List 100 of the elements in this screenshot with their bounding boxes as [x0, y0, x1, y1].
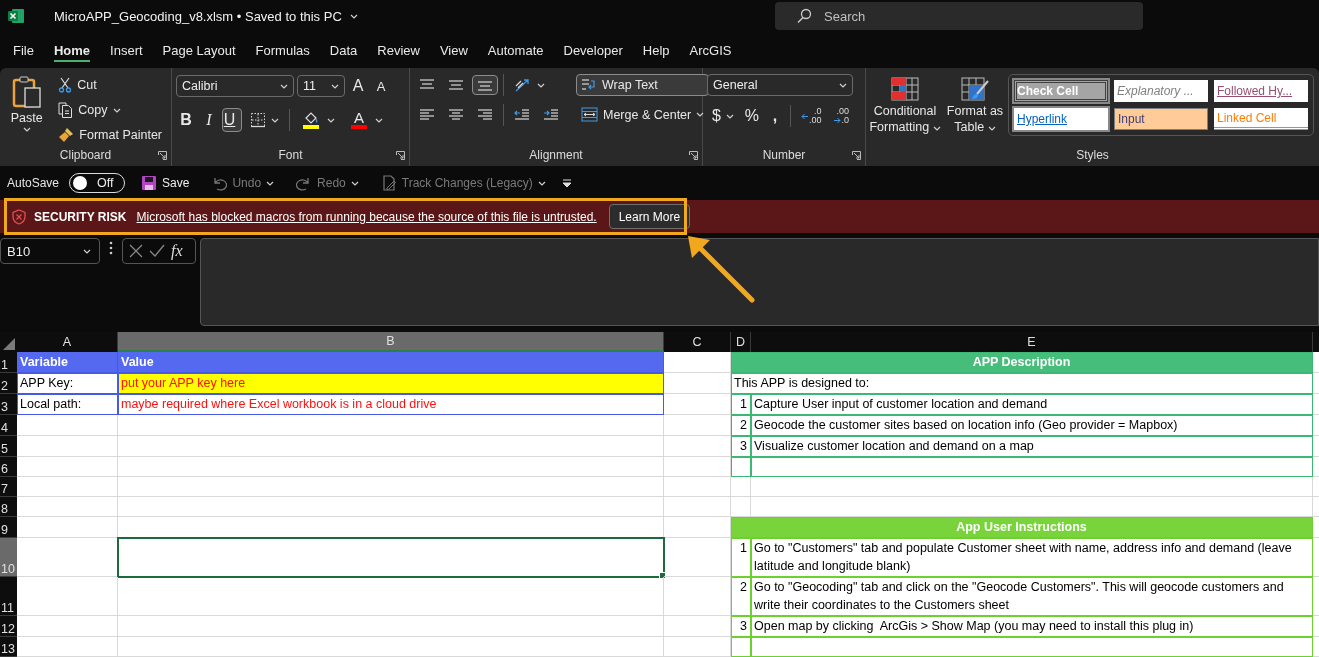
increase-decimal-button[interactable]: .0 .00 — [795, 104, 827, 128]
align-center-icon — [448, 108, 464, 122]
column-header[interactable]: B — [118, 332, 664, 352]
search-field[interactable]: Search — [775, 2, 1143, 30]
font-name-dropdown[interactable]: Calibri — [176, 75, 294, 97]
chevron-icon — [932, 126, 941, 131]
percent-button[interactable]: % — [741, 104, 762, 128]
cancel-icon — [129, 244, 143, 258]
underline-button[interactable]: U — [222, 108, 242, 132]
chevron-icon — [375, 117, 383, 123]
row-header[interactable]: 1 — [0, 352, 17, 373]
paint-bucket-icon — [303, 111, 319, 124]
menu-tab[interactable]: Insert — [100, 36, 153, 64]
chevron-icon — [271, 117, 279, 123]
menu-tab[interactable]: Help — [632, 36, 680, 64]
menu-tab[interactable]: Page Layout — [152, 36, 246, 64]
warning-link[interactable]: Microsoft has blocked macros from running because the source of this file is untrusted. — [136, 209, 597, 224]
table-cell: 1 — [731, 538, 751, 577]
format-painter-button[interactable]: Format Painter — [53, 124, 167, 146]
insert-function-button[interactable]: fx — [171, 242, 183, 260]
menu-tab[interactable]: Formulas — [245, 36, 320, 64]
table-cell: 2 — [731, 577, 751, 616]
row-header[interactable]: 7 — [0, 477, 17, 497]
menu-tab[interactable]: Home — [43, 36, 101, 64]
row-header[interactable]: 9 — [0, 517, 17, 538]
name-box[interactable]: B10 — [0, 238, 100, 264]
currency-button[interactable]: $ — [707, 104, 739, 128]
menu-tab[interactable]: Data — [319, 36, 368, 64]
conditional-formatting-button[interactable]: Conditional Formatting — [868, 74, 942, 146]
font-size-dropdown[interactable]: 11 — [297, 75, 345, 97]
cell-style-item[interactable]: Explanatory ... — [1114, 80, 1208, 102]
row-header[interactable]: 8 — [0, 497, 17, 517]
bold-button[interactable]: B — [176, 108, 196, 132]
menu-tab[interactable]: Developer — [553, 36, 633, 64]
format-as-table-button[interactable]: Format as Table — [945, 74, 1005, 146]
align-right-icon — [477, 108, 493, 122]
table-cell — [664, 577, 731, 616]
cell-style-item[interactable]: Input — [1114, 108, 1208, 130]
cell-style-item[interactable]: Hyperlink — [1014, 108, 1108, 130]
merge-center-button[interactable]: Merge & Center — [576, 104, 710, 125]
row-header[interactable]: 4 — [0, 415, 17, 436]
table-cell — [664, 373, 731, 394]
font-color-button[interactable]: A — [343, 107, 388, 133]
customize-toolbar-icon — [561, 178, 572, 188]
group-label: Styles — [1076, 148, 1109, 162]
table-cell — [664, 477, 731, 497]
borders-icon — [250, 112, 266, 128]
scissors-icon — [58, 77, 73, 93]
decrease-decimal-button[interactable]: .00 .0 — [829, 104, 854, 128]
save-button[interactable]: Save — [135, 174, 196, 192]
row-header[interactable]: 6 — [0, 457, 17, 477]
menu-tab[interactable]: ArcGIS — [679, 36, 742, 64]
row-header[interactable]: 13 — [0, 637, 17, 657]
menu-tab[interactable]: File — [3, 36, 44, 64]
comma-style-button[interactable]: , — [764, 104, 785, 128]
table-cell — [664, 637, 731, 657]
table-cell — [664, 616, 731, 637]
group-label: Font — [278, 148, 303, 162]
copy-button[interactable]: Copy — [53, 99, 167, 121]
shrink-font-button[interactable]: A — [371, 75, 391, 97]
table-cell — [664, 415, 731, 436]
row-header[interactable]: 10 — [0, 538, 17, 577]
warning-title: SECURITY RISK — [34, 209, 127, 224]
menu-tab[interactable]: View — [429, 36, 478, 64]
chevron-icon — [537, 82, 545, 88]
row-header[interactable]: 3 — [0, 394, 17, 415]
table-brush-icon — [961, 77, 989, 101]
menu-tab[interactable]: Automate — [477, 36, 554, 64]
chevron-icon — [327, 117, 335, 123]
paste-button[interactable]: Paste — [4, 74, 50, 146]
table-cell: App User Instructions — [731, 517, 1313, 538]
autosave-label: AutoSave — [7, 176, 60, 190]
bottom-align-button[interactable] — [472, 75, 498, 95]
grow-font-button[interactable]: A — [348, 74, 368, 98]
cut-button[interactable]: Cut — [53, 74, 167, 96]
cell-style-item[interactable]: Followed Hy... — [1214, 80, 1308, 102]
window-title: MicroAPP_Geocoding_v8.xlsm • Saved to this PC — [54, 8, 342, 24]
row-header[interactable]: 11 — [0, 577, 17, 616]
number-format-dropdown[interactable]: General — [707, 74, 853, 96]
table-cell — [731, 477, 751, 497]
learn-more-button[interactable]: Learn More — [608, 204, 691, 229]
column-header[interactable]: C — [664, 332, 731, 352]
left-arrow-icon — [800, 112, 808, 120]
italic-button[interactable]: I — [199, 108, 219, 132]
paintbrush-icon — [58, 127, 75, 143]
menu-tab[interactable]: Review — [367, 36, 430, 64]
wrap-text-icon — [581, 77, 597, 93]
chevron-icon — [22, 127, 31, 132]
row-header[interactable]: 2 — [0, 373, 17, 394]
spreadsheet-logo-icon — [8, 8, 24, 24]
row-header[interactable]: 5 — [0, 436, 17, 457]
table-cell — [731, 637, 751, 657]
row-header[interactable]: 12 — [0, 616, 17, 637]
table-cell: maybe required where Excel workbook is in a cloud drive — [118, 394, 664, 415]
fill-handle[interactable] — [659, 572, 666, 579]
wrap-text-button[interactable]: Wrap Text — [576, 74, 710, 96]
shield-icon — [12, 208, 26, 225]
table-cell — [664, 497, 731, 517]
formula-input[interactable] — [200, 238, 1319, 326]
align-bottom-icon — [477, 78, 493, 92]
